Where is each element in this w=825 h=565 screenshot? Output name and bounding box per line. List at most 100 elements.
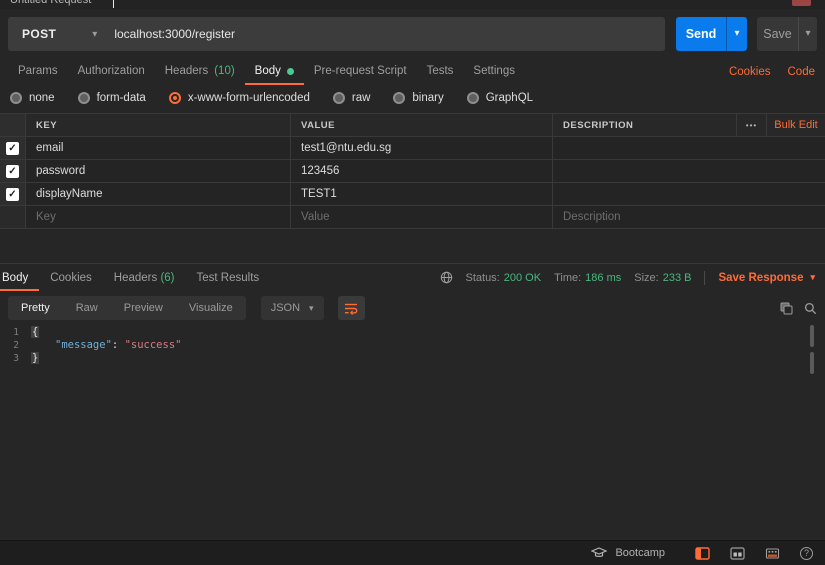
open-brace-token: { [31, 326, 39, 338]
request-title[interactable]: Untitled Request [10, 0, 91, 6]
param-key-cell[interactable]: displayName [26, 183, 291, 205]
scrollbar-thumb[interactable] [810, 325, 814, 347]
param-value-cell[interactable]: TEST1 [291, 183, 553, 205]
cookies-link[interactable]: Cookies [729, 66, 771, 78]
format-dropdown-value: JSON [271, 302, 300, 314]
view-raw-tab[interactable]: Raw [63, 296, 111, 320]
method-select[interactable]: POST [8, 27, 56, 41]
line-number: 1 [0, 326, 28, 339]
code-line: 3 } [0, 352, 181, 365]
row-checkbox-cell: ✓ [0, 137, 26, 159]
time-badge: Time: 186 ms [554, 272, 621, 284]
param-description-cell[interactable] [553, 160, 825, 182]
tab-authorization[interactable]: Authorization [68, 59, 155, 85]
response-tab-test-results[interactable]: Test Results [186, 264, 271, 291]
tab-authorization-label: Authorization [78, 65, 145, 77]
radio-icon [78, 92, 90, 104]
row-checkbox-cell: ✓ [0, 160, 26, 182]
body-type-raw[interactable]: raw [333, 92, 371, 104]
response-body-json[interactable]: 1 { 2 "message": "success" 3 } [0, 326, 181, 365]
body-type-none-label: none [29, 92, 55, 104]
param-key-cell[interactable]: email [26, 137, 291, 159]
chevron-down-icon[interactable]: ▾ [92, 29, 97, 40]
tab-tests[interactable]: Tests [417, 59, 464, 85]
code-line: 1 { [0, 326, 181, 339]
row-checkbox-cell [0, 206, 26, 228]
table-row: ✓ displayName TEST1 [0, 183, 825, 206]
tab-body[interactable]: Body [245, 59, 304, 85]
code-link[interactable]: Code [788, 66, 816, 78]
response-tab-cookies[interactable]: Cookies [39, 264, 103, 291]
tab-tests-label: Tests [427, 65, 454, 77]
format-dropdown[interactable]: JSON ▾ [261, 296, 324, 320]
view-visualize-tab[interactable]: Visualize [176, 296, 246, 320]
json-separator-token: : [112, 339, 125, 351]
send-options-chevron-icon[interactable]: ▾ [726, 17, 747, 51]
status-value: 200 OK [504, 272, 541, 284]
param-value-cell[interactable]: test1@ntu.edu.sg [291, 137, 553, 159]
keyboard-shortcuts-icon[interactable] [765, 547, 780, 560]
code-content: { [31, 326, 39, 339]
param-key-placeholder[interactable]: Key [26, 206, 291, 228]
view-pretty-tab[interactable]: Pretty [8, 296, 63, 320]
url-input[interactable]: localhost:3000/register [114, 27, 235, 41]
wrap-text-button[interactable] [338, 296, 365, 320]
radio-icon [333, 92, 345, 104]
body-type-binary-label: binary [412, 92, 443, 104]
body-type-raw-label: raw [352, 92, 371, 104]
body-type-graphql[interactable]: GraphQL [467, 92, 533, 104]
param-description-cell[interactable] [553, 137, 825, 159]
param-description-placeholder[interactable]: Description [553, 206, 825, 228]
toggle-sidebar-icon[interactable] [695, 547, 710, 560]
body-type-binary[interactable]: binary [393, 92, 443, 104]
view-preview-tab[interactable]: Preview [111, 296, 176, 320]
tab-body-label: Body [255, 65, 281, 77]
tab-headers[interactable]: Headers (10) [155, 59, 245, 85]
bulk-edit-link[interactable]: Bulk Edit [767, 114, 825, 136]
radio-icon [467, 92, 479, 104]
tab-settings[interactable]: Settings [463, 59, 525, 85]
status-badge: Status: 200 OK [466, 272, 542, 284]
scrollbar-thumb[interactable] [810, 352, 814, 374]
tab-settings-label: Settings [473, 65, 515, 77]
code-content: } [31, 352, 39, 365]
response-tab-headers[interactable]: Headers (6) [103, 264, 186, 291]
param-value-cell[interactable]: 123456 [291, 160, 553, 182]
network-globe-icon[interactable] [440, 271, 453, 284]
request-links: Cookies Code [729, 59, 815, 85]
send-button[interactable]: Send ▾ [676, 17, 747, 51]
toggle-two-pane-icon[interactable] [730, 547, 745, 560]
save-button[interactable]: Save ▾ [757, 17, 817, 51]
size-label: Size: [634, 272, 658, 284]
response-tab-body[interactable]: Body [0, 264, 39, 291]
request-tabs: Params Authorization Headers (10) Body P… [0, 59, 825, 85]
body-type-urlencoded-label: x-www-form-urlencoded [188, 92, 310, 104]
body-type-none[interactable]: none [10, 92, 55, 104]
copy-icon[interactable] [780, 302, 793, 315]
column-header-description: DESCRIPTION [553, 114, 737, 136]
body-type-form-data[interactable]: form-data [78, 92, 146, 104]
more-options-icon[interactable]: ••• [737, 114, 767, 136]
help-icon[interactable]: ? [800, 547, 813, 560]
save-options-chevron-icon[interactable]: ▾ [798, 17, 817, 51]
bootcamp-button[interactable]: Bootcamp [591, 547, 665, 559]
response-actions [780, 302, 817, 315]
row-checkbox-checked[interactable]: ✓ [6, 165, 19, 178]
response-view-toolbar: Pretty Raw Preview Visualize JSON ▾ [8, 296, 817, 320]
time-label: Time: [554, 272, 581, 284]
titlebar: Untitled Request [0, 0, 825, 9]
param-description-cell[interactable] [553, 183, 825, 205]
body-type-urlencoded[interactable]: x-www-form-urlencoded [169, 92, 310, 104]
save-response-button[interactable]: Save Response ▾ [718, 272, 815, 284]
param-key-cell[interactable]: password [26, 160, 291, 182]
view-mode-switch: Pretty Raw Preview Visualize [8, 296, 246, 320]
row-checkbox-checked[interactable]: ✓ [6, 142, 19, 155]
tab-pre-request-label: Pre-request Script [314, 65, 407, 77]
send-button-label: Send [676, 17, 726, 51]
search-icon[interactable] [804, 302, 817, 315]
graduation-cap-icon [591, 547, 607, 559]
tab-pre-request-script[interactable]: Pre-request Script [304, 59, 417, 85]
row-checkbox-checked[interactable]: ✓ [6, 188, 19, 201]
tab-params[interactable]: Params [8, 59, 68, 85]
param-value-placeholder[interactable]: Value [291, 206, 553, 228]
